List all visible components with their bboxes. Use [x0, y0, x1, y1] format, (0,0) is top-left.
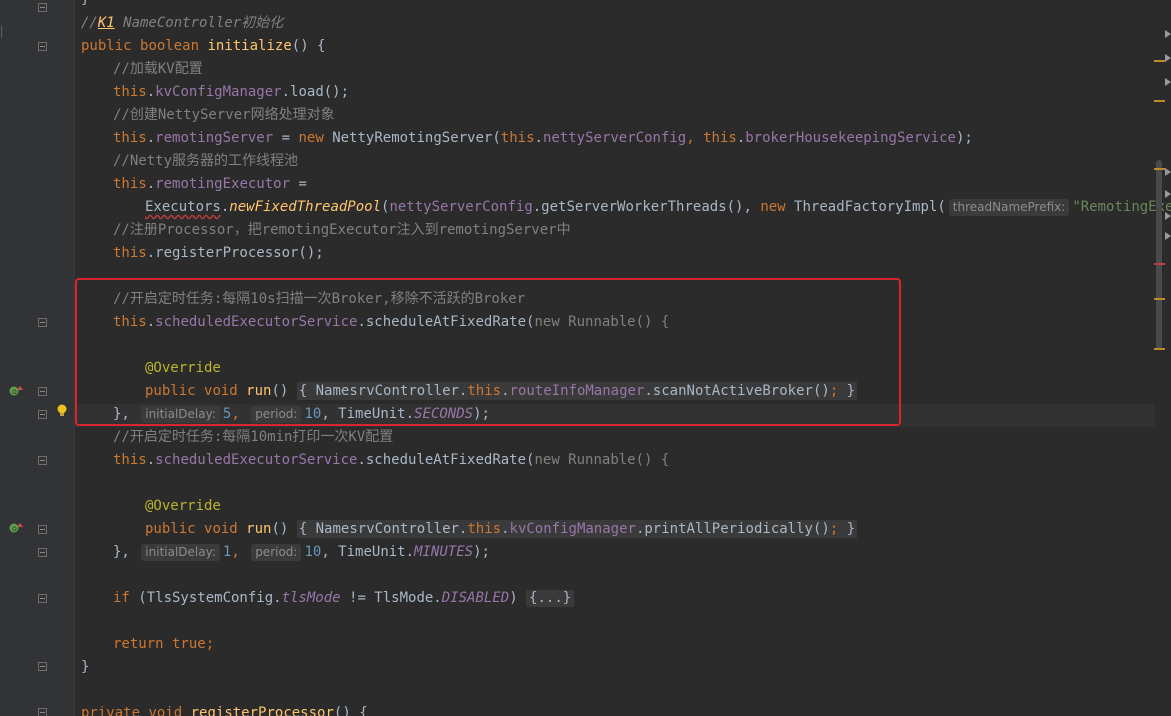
folded-block[interactable]: {...}	[526, 590, 575, 607]
svg-text:o: o	[12, 524, 17, 533]
warning-mark[interactable]	[1154, 100, 1165, 102]
chevron-right-icon[interactable]	[1165, 30, 1171, 38]
code-line[interactable]: this.kvConfigManager.load();	[113, 81, 349, 104]
intention-bulb-icon[interactable]	[56, 404, 68, 418]
code-line[interactable]: public boolean initialize() {	[81, 35, 325, 58]
parameter-hint: threadNamePrefix:	[948, 199, 1070, 216]
folded-lambda[interactable]: { NamesrvController.this.kvConfigManager…	[296, 520, 858, 538]
override-run-icon[interactable]: o	[9, 522, 23, 534]
chevron-right-icon[interactable]	[1165, 190, 1171, 198]
warning-mark[interactable]	[1154, 168, 1165, 170]
code-line[interactable]: this.remotingExecutor =	[113, 173, 307, 196]
code-line[interactable]: //加载KV配置	[113, 58, 203, 81]
code-line[interactable]: //开启定时任务:每隔10min打印一次KV配置	[113, 426, 393, 449]
chevron-right-icon[interactable]	[1165, 78, 1171, 86]
chevron-right-icon[interactable]	[1165, 232, 1171, 240]
code-line[interactable]: //K1 NameController初始化	[81, 12, 283, 35]
code-line[interactable]: //注册Processor，把remotingExecutor注入到remoti…	[113, 219, 571, 242]
chevron-right-icon[interactable]	[1165, 212, 1171, 220]
code-line[interactable]: @Override	[145, 495, 221, 518]
fold-marker[interactable]	[38, 318, 47, 327]
code-line[interactable]: //Netty服务器的工作线程池	[113, 150, 298, 173]
editor-gutter	[0, 0, 74, 716]
code-line[interactable]: if (TlsSystemConfig.tlsMode != TlsMode.D…	[113, 587, 575, 610]
parameter-hint: period:	[251, 544, 302, 561]
warning-mark[interactable]	[1154, 348, 1165, 350]
code-line[interactable]: this.remotingServer = new NettyRemotingS…	[113, 127, 973, 150]
fold-marker[interactable]	[38, 42, 47, 51]
fold-marker[interactable]	[38, 387, 47, 396]
fold-marker[interactable]	[38, 525, 47, 534]
warning-mark[interactable]	[1154, 298, 1165, 300]
code-line[interactable]: this.registerProcessor();	[113, 242, 324, 265]
code-line[interactable]: public void run() { NamesrvController.th…	[145, 518, 858, 541]
chevron-right-icon[interactable]	[1165, 54, 1171, 62]
parameter-hint: initialDelay:	[141, 544, 220, 561]
fold-marker[interactable]	[38, 708, 47, 716]
code-line[interactable]: return true;	[113, 633, 214, 656]
fold-marker[interactable]	[38, 456, 47, 465]
code-line[interactable]: }	[81, 656, 89, 679]
fold-marker[interactable]	[38, 594, 47, 603]
code-line[interactable]: Executors.newFixedThreadPool(nettyServer…	[145, 196, 1171, 219]
code-line[interactable]: private void registerProcessor() {	[81, 702, 368, 716]
chevron-right-icon[interactable]	[1165, 168, 1171, 176]
code-line[interactable]: this.scheduledExecutorService.scheduleAt…	[113, 449, 669, 472]
code-line[interactable]: }	[81, 0, 89, 11]
warning-mark[interactable]	[1154, 60, 1165, 62]
code-editor[interactable]: | o o } //K1 NameController初始化 public bo…	[0, 0, 1171, 716]
error-stripe	[1151, 0, 1171, 716]
svg-text:o: o	[12, 387, 17, 396]
fold-marker[interactable]	[38, 3, 47, 12]
error-mark[interactable]	[1154, 263, 1165, 265]
fold-marker[interactable]	[38, 410, 47, 419]
line-number: |	[0, 24, 4, 38]
code-line[interactable]: }, initialDelay: 1, period: 10, TimeUnit.M…	[113, 541, 490, 564]
fold-marker[interactable]	[38, 548, 47, 557]
red-highlight-box	[75, 278, 901, 426]
fold-marker[interactable]	[38, 662, 47, 671]
code-line[interactable]: //创建NettyServer网络处理对象	[113, 104, 335, 127]
override-run-icon[interactable]: o	[9, 385, 23, 397]
